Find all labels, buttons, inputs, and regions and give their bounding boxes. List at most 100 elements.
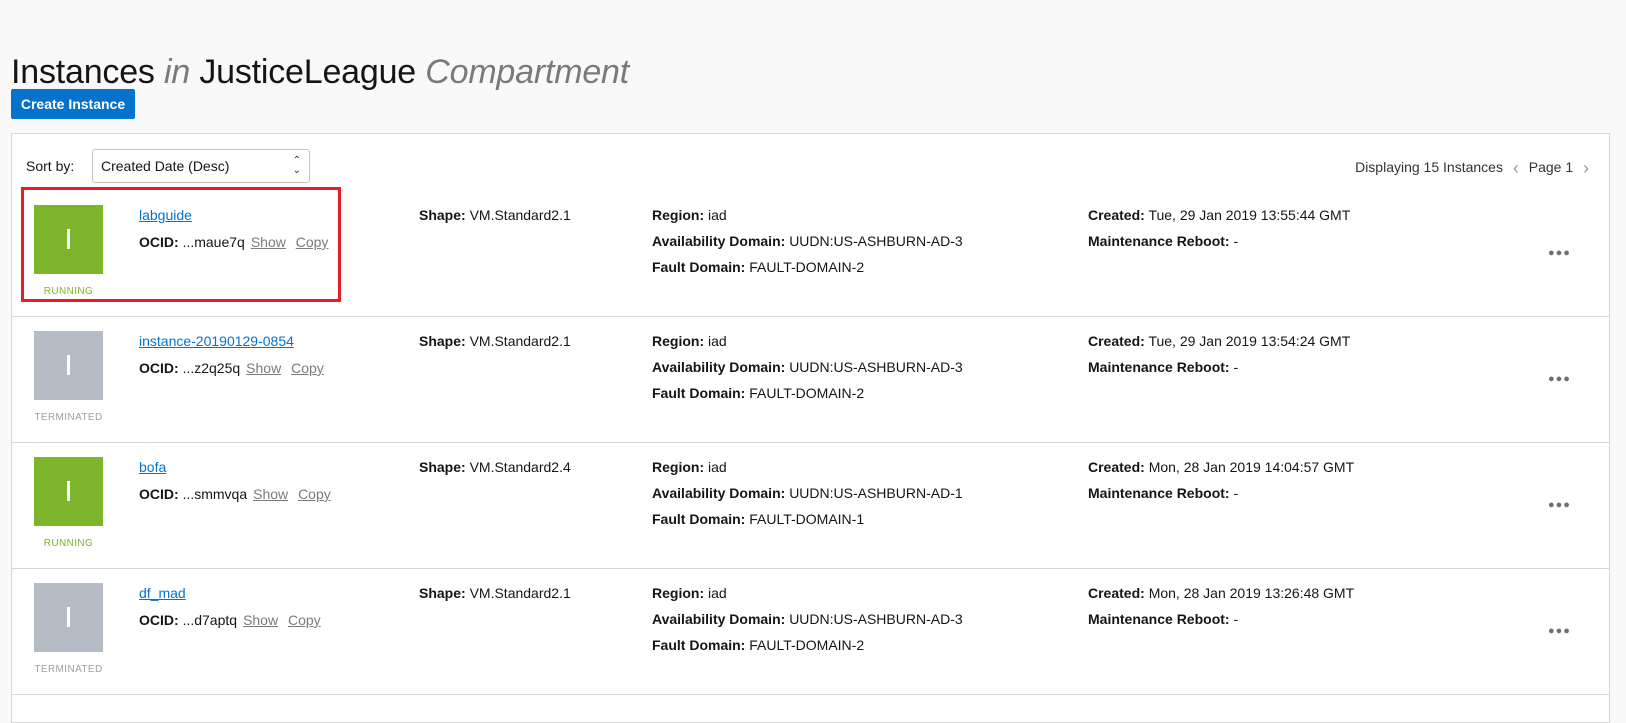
instance-state: TERMINATED: [34, 412, 103, 423]
ocid-copy-link[interactable]: Copy: [291, 360, 324, 376]
created-label: Created:: [1088, 333, 1145, 349]
availability-domain-value: UUDN:US-ASHBURN-AD-3: [789, 359, 963, 375]
instance-row: TERMINATED df_mad OCID: ...d7aptq Show Copy…: [12, 569, 1609, 695]
instance-region: Region: iad: [652, 459, 727, 475]
chevron-right-icon[interactable]: ›: [1583, 158, 1589, 178]
instance-fault-domain: Fault Domain: FAULT-DOMAIN-2: [652, 385, 864, 401]
instance-region: Region: iad: [652, 585, 727, 601]
sort-label: Sort by:: [26, 158, 75, 174]
displaying-count: Displaying 15 Instances: [1355, 159, 1503, 175]
instance-name-link[interactable]: labguide: [139, 207, 192, 223]
shape-value: VM.Standard2.1: [469, 333, 571, 349]
instance-shape: Shape: VM.Standard2.1: [419, 333, 571, 349]
availability-domain-label: Availability Domain:: [652, 233, 786, 249]
ocid-label: OCID:: [139, 360, 179, 376]
instance-created: Created: Mon, 28 Jan 2019 13:26:48 GMT: [1088, 585, 1354, 601]
create-instance-button[interactable]: Create Instance: [11, 89, 135, 119]
instance-availability-domain: Availability Domain: UUDN:US-ASHBURN-AD-…: [652, 485, 963, 501]
sort-select[interactable]: Created Date (Desc) ⌃ ⌄: [92, 149, 310, 183]
more-horizontal-icon[interactable]: ●●●: [1548, 624, 1571, 638]
shape-value: VM.Standard2.4: [469, 459, 571, 475]
maintenance-reboot-value: -: [1233, 611, 1239, 627]
ocid-copy-link[interactable]: Copy: [298, 486, 331, 502]
ocid-copy-link[interactable]: Copy: [288, 612, 321, 628]
availability-domain-label: Availability Domain:: [652, 359, 786, 375]
fault-domain-label: Fault Domain:: [652, 637, 746, 653]
fault-domain-value: FAULT-DOMAIN-2: [749, 259, 865, 275]
instance-maintenance-reboot: Maintenance Reboot: -: [1088, 233, 1238, 249]
chevron-left-icon[interactable]: ‹: [1513, 158, 1519, 178]
more-horizontal-icon[interactable]: ●●●: [1548, 246, 1571, 260]
instance-name-link[interactable]: bofa: [139, 459, 166, 475]
region-value: iad: [708, 207, 727, 223]
created-label: Created:: [1088, 459, 1145, 475]
instance-created: Created: Tue, 29 Jan 2019 13:55:44 GMT: [1088, 207, 1350, 223]
availability-domain-value: UUDN:US-ASHBURN-AD-3: [789, 233, 963, 249]
more-horizontal-icon[interactable]: ●●●: [1548, 498, 1571, 512]
instance-name-link[interactable]: instance-20190129-0854: [139, 333, 294, 349]
shape-label: Shape:: [419, 459, 466, 475]
instance-fault-domain: Fault Domain: FAULT-DOMAIN-2: [652, 259, 864, 275]
availability-domain-value: UUDN:US-ASHBURN-AD-1: [789, 485, 963, 501]
ocid-label: OCID:: [139, 612, 179, 628]
ocid-copy-link[interactable]: Copy: [296, 234, 329, 250]
region-label: Region:: [652, 333, 705, 349]
fault-domain-label: Fault Domain:: [652, 511, 746, 527]
sort-select-value: Created Date (Desc): [101, 158, 230, 174]
ocid-value: ...d7aptq: [182, 612, 238, 628]
region-value: iad: [708, 459, 727, 475]
created-value: Mon, 28 Jan 2019 14:04:57 GMT: [1148, 459, 1355, 475]
title-in: in: [163, 52, 191, 91]
up-down-chevron-icon: ⌃ ⌄: [292, 155, 301, 176]
created-value: Tue, 29 Jan 2019 13:54:24 GMT: [1148, 333, 1351, 349]
instance-ocid: OCID: ...maue7q Show Copy: [139, 234, 328, 250]
created-label: Created:: [1088, 585, 1145, 601]
ocid-value: ...maue7q: [182, 234, 245, 250]
instance-state-icon: [34, 457, 103, 526]
shape-label: Shape:: [419, 333, 466, 349]
title-compartment: JusticeLeague: [199, 52, 416, 91]
instance-state: TERMINATED: [34, 664, 103, 675]
instance-shape: Shape: VM.Standard2.1: [419, 207, 571, 223]
instance-shape: Shape: VM.Standard2.1: [419, 585, 571, 601]
instance-fault-domain: Fault Domain: FAULT-DOMAIN-1: [652, 511, 864, 527]
instance-row: RUNNING bofa OCID: ...smmvqa Show Copy Shape…: [12, 443, 1609, 569]
region-label: Region:: [652, 585, 705, 601]
instance-state-icon: [34, 583, 103, 652]
page-title: Instances in JusticeLeague Compartment: [11, 53, 629, 92]
fault-domain-label: Fault Domain:: [652, 259, 746, 275]
ocid-label: OCID:: [139, 234, 179, 250]
more-horizontal-icon[interactable]: ●●●: [1548, 372, 1571, 386]
region-value: iad: [708, 333, 727, 349]
shape-value: VM.Standard2.1: [469, 207, 571, 223]
ocid-show-link[interactable]: Show: [253, 486, 288, 502]
maintenance-reboot-label: Maintenance Reboot:: [1088, 359, 1230, 375]
instance-glyph: [67, 229, 70, 249]
instance-glyph: [67, 607, 70, 627]
instance-state: RUNNING: [43, 286, 94, 297]
instance-region: Region: iad: [652, 333, 727, 349]
instance-availability-domain: Availability Domain: UUDN:US-ASHBURN-AD-…: [652, 611, 963, 627]
region-label: Region:: [652, 459, 705, 475]
ocid-show-link[interactable]: Show: [243, 612, 278, 628]
created-value: Mon, 28 Jan 2019 13:26:48 GMT: [1148, 585, 1355, 601]
instance-availability-domain: Availability Domain: UUDN:US-ASHBURN-AD-…: [652, 359, 963, 375]
fault-domain-value: FAULT-DOMAIN-1: [749, 511, 865, 527]
instance-glyph: [67, 355, 70, 375]
instance-availability-domain: Availability Domain: UUDN:US-ASHBURN-AD-…: [652, 233, 963, 249]
ocid-value: ...smmvqa: [182, 486, 248, 502]
pagination: Displaying 15 Instances ‹ Page 1 ›: [1355, 158, 1595, 179]
ocid-show-link[interactable]: Show: [251, 234, 286, 250]
title-main: Instances: [11, 52, 155, 91]
instance-ocid: OCID: ...z2q25q Show Copy: [139, 360, 324, 376]
instance-maintenance-reboot: Maintenance Reboot: -: [1088, 611, 1238, 627]
ocid-show-link[interactable]: Show: [246, 360, 281, 376]
instance-row: TERMINATED instance-20190129-0854 OCID: ..…: [12, 317, 1609, 443]
created-value: Tue, 29 Jan 2019 13:55:44 GMT: [1148, 207, 1351, 223]
shape-label: Shape:: [419, 585, 466, 601]
maintenance-reboot-label: Maintenance Reboot:: [1088, 611, 1230, 627]
instance-state-icon: [34, 205, 103, 274]
availability-domain-label: Availability Domain:: [652, 611, 786, 627]
fault-domain-value: FAULT-DOMAIN-2: [749, 637, 865, 653]
instance-name-link[interactable]: df_mad: [139, 585, 186, 601]
